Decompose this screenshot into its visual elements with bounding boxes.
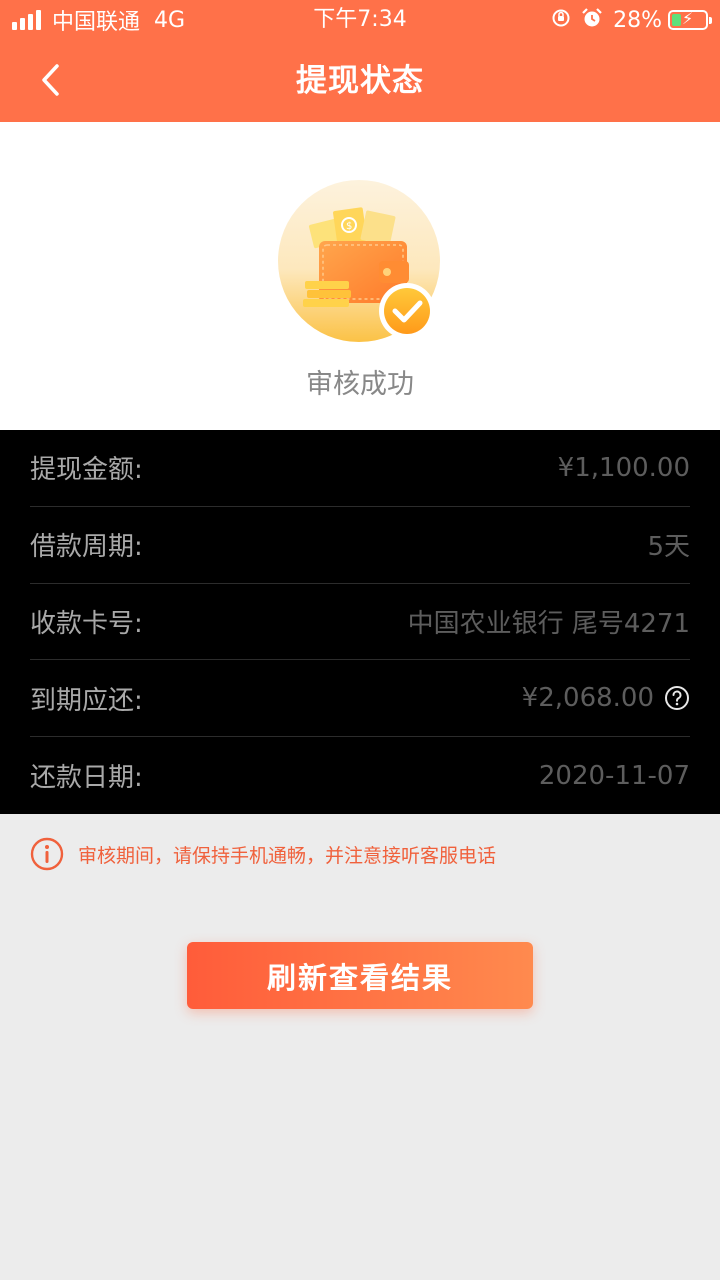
detail-value: 中国农业银行 尾号4271: [408, 603, 690, 640]
battery-percent: 28%: [613, 7, 662, 33]
repayment-date: 2020-11-07: [538, 760, 690, 791]
detail-row-repay-date: 还款日期: 2020-11-07: [30, 737, 690, 814]
review-notice: 审核期间，请保持手机通畅，并注意接听客服电话: [30, 836, 496, 872]
chevron-left-icon: [42, 64, 59, 96]
page-title: 提现状态: [296, 63, 424, 99]
refresh-result-button[interactable]: 刷新查看结果: [187, 942, 533, 1009]
detail-value: ¥1,100.00: [558, 453, 690, 483]
detail-label: 到期应还:: [30, 685, 143, 716]
svg-text:$: $: [346, 221, 352, 232]
detail-value: ¥2,068.00: [522, 683, 690, 713]
detail-row-amount: 提现金额: ¥1,100.00: [30, 430, 690, 507]
detail-label: 收款卡号:: [30, 608, 143, 639]
review-status-text: 审核成功: [306, 369, 414, 400]
status-hero: $ 审核成功: [0, 122, 720, 430]
bank-card: 中国农业银行 尾号4271: [407, 608, 690, 639]
detail-row-period: 借款周期: 5天: [30, 507, 690, 584]
alarm-icon: [581, 7, 603, 34]
detail-row-card: 收款卡号: 中国农业银行 尾号4271: [30, 584, 690, 661]
detail-label: 提现金额:: [30, 455, 143, 486]
wallet-success-icon: $: [278, 180, 440, 342]
info-circle-icon: [30, 837, 64, 871]
rotation-lock-icon: [551, 8, 571, 33]
header-bar: 中国联通 4G 下午7:34 28% ⚡ 提现状态: [0, 0, 720, 122]
battery-charging-icon: ⚡: [668, 9, 712, 30]
detail-label: 还款日期:: [30, 763, 143, 794]
withdrawal-details: 提现金额: ¥1,100.00 借款周期: 5天 收款卡号: 中国农业银行 尾号…: [0, 430, 720, 814]
question-circle-icon[interactable]: [664, 685, 690, 711]
nav-bar: 提现状态: [0, 40, 720, 122]
detail-value: 5天: [647, 526, 690, 563]
notice-text: 审核期间，请保持手机通畅，并注意接听客服电话: [78, 844, 497, 867]
detail-value: 2020-11-07: [539, 761, 690, 791]
amount-due: ¥2,068.00: [521, 683, 654, 714]
detail-row-due: 到期应还: ¥2,068.00: [30, 660, 690, 738]
status-right: 28% ⚡: [551, 6, 712, 34]
withdrawal-amount: ¥1,100.00: [557, 452, 690, 483]
loan-period: 5天: [647, 532, 690, 563]
back-button[interactable]: [30, 60, 70, 100]
status-bar: 中国联通 4G 下午7:34 28% ⚡: [0, 0, 720, 40]
detail-label: 借款周期:: [30, 532, 143, 563]
